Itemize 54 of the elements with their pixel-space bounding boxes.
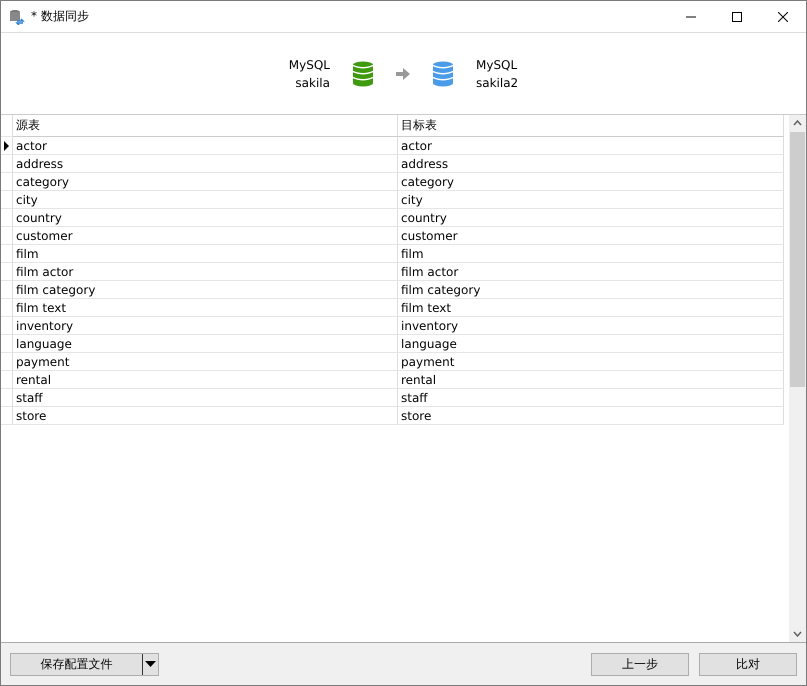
database-sync-icon [9, 8, 25, 24]
table-cell: actor [398, 137, 784, 155]
table-cell: customer [398, 227, 784, 245]
table-cell: inventory [398, 317, 784, 335]
table-cell: rental [398, 371, 784, 389]
table-cell: store [13, 407, 398, 425]
source-database: sakila [295, 76, 330, 90]
table-cell: film category [13, 281, 398, 299]
row-header[interactable] [1, 137, 13, 155]
database-icon [432, 60, 454, 86]
table-cell: payment [13, 353, 398, 371]
table-cell: staff [13, 389, 398, 407]
table-cell: film category [398, 281, 784, 299]
close-icon [778, 12, 788, 22]
window-title: * 数据同步 [31, 8, 90, 25]
current-row-icon [4, 140, 9, 150]
column-header: 目标表 [398, 115, 784, 137]
table-cell: city [13, 191, 398, 209]
maximize-icon [732, 12, 742, 22]
table-cell: film actor [13, 263, 398, 281]
table-cell: store [398, 407, 784, 425]
table-cell: address [398, 155, 784, 173]
target-database: sakila2 [476, 76, 518, 90]
table-cell: city [398, 191, 784, 209]
table-cell: film text [398, 299, 784, 317]
table-cell: country [13, 209, 398, 227]
table-cell: film actor [398, 263, 784, 281]
table-cell: actor [13, 137, 398, 155]
compare-button[interactable]: 比对 [699, 652, 797, 676]
table-cell: address [13, 155, 398, 173]
table-cell: language [398, 335, 784, 353]
arrow-icon [396, 68, 410, 80]
table-cell: category [398, 173, 784, 191]
table-cell: country [398, 209, 784, 227]
scrollbar[interactable] [789, 115, 806, 642]
table-cell: language [13, 335, 398, 353]
table-cell: customer [13, 227, 398, 245]
table-cell: film [13, 245, 398, 263]
target-type: MySQL [476, 58, 518, 72]
table-cell: film text [13, 299, 398, 317]
database-icon [352, 60, 374, 86]
table-cell: payment [398, 353, 784, 371]
caret-icon [145, 661, 156, 667]
column-header: 源表 [13, 115, 398, 137]
back-button[interactable]: 上一步 [591, 652, 689, 676]
table-cell: staff [398, 389, 784, 407]
save-config-button[interactable]: 保存配置文件 [11, 654, 143, 674]
source-type: MySQL [288, 58, 330, 72]
table-cell: category [13, 173, 398, 191]
table-cell: inventory [13, 317, 398, 335]
table-cell: film [398, 245, 784, 263]
table-cell: rental [13, 371, 398, 389]
save-config-split-button[interactable]: 保存配置文件 [10, 652, 159, 676]
row-header [1, 115, 13, 137]
